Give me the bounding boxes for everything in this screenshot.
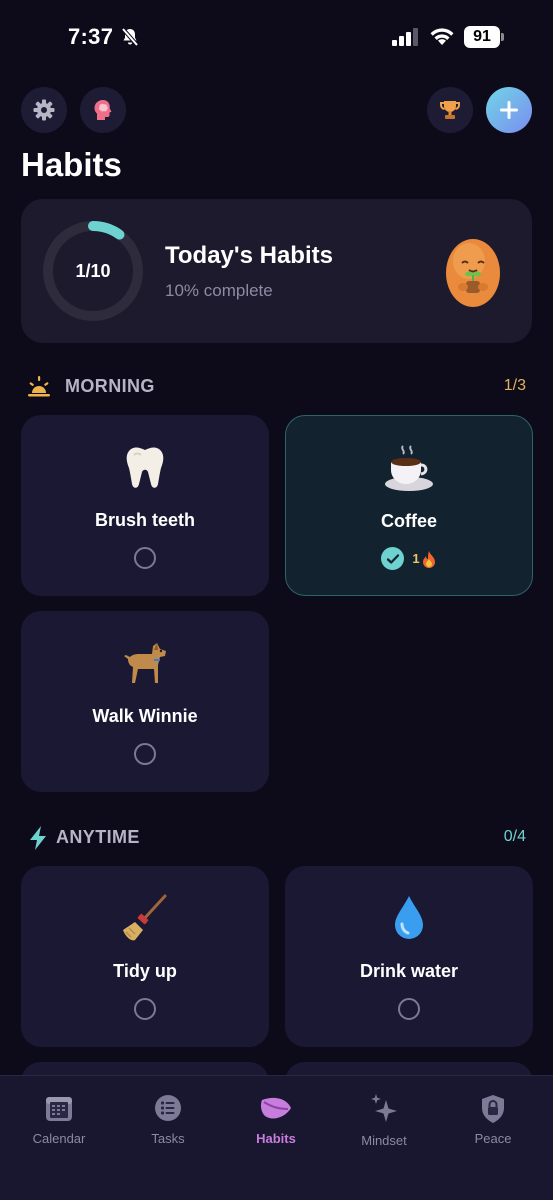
habit-name: Drink water <box>359 961 459 981</box>
leaf-icon <box>260 1097 291 1119</box>
tab-label: Mindset <box>361 1133 407 1148</box>
section-label: MORNING <box>65 376 155 396</box>
trophy-button[interactable] <box>427 87 473 133</box>
section-header-anytime: ANYTIME 0/4 <box>26 825 526 851</box>
coffee-icon <box>385 445 433 491</box>
tab-label: Habits <box>256 1131 296 1146</box>
gear-icon <box>33 99 55 121</box>
habit-card-drink-water[interactable]: Drink water <box>285 866 533 1047</box>
dog-icon <box>124 643 166 683</box>
sparkles-icon <box>371 1094 397 1122</box>
tab-bar: Calendar Tasks Habits Mindset Peace <box>0 1075 553 1200</box>
calendar-icon <box>46 1097 72 1121</box>
page-title: Habits <box>21 146 122 183</box>
battery-indicator: 91 <box>464 26 504 48</box>
tab-tasks[interactable]: Tasks <box>123 1094 213 1154</box>
streak-count: 1 <box>412 551 420 566</box>
today-subtitle: 10% complete <box>165 281 273 300</box>
tab-peace[interactable]: Peace <box>448 1094 538 1154</box>
wifi-icon <box>430 28 454 45</box>
battery-level: 91 <box>464 26 500 48</box>
lightning-icon <box>30 826 46 850</box>
habit-name: Walk Winnie <box>92 706 198 726</box>
checkmark-icon <box>386 553 400 564</box>
plus-icon <box>500 101 518 119</box>
habit-checkbox[interactable] <box>134 547 156 569</box>
section-label: ANYTIME <box>56 827 140 847</box>
streak-badge: 1 <box>412 550 436 568</box>
habit-checkbox-checked[interactable] <box>381 547 405 570</box>
add-habit-button[interactable] <box>486 87 532 133</box>
broom-icon <box>123 894 167 941</box>
lock-icon <box>482 1095 504 1123</box>
tab-mindset[interactable]: Mindset <box>339 1094 429 1154</box>
section-header-morning: MORNING 1/3 <box>26 374 526 400</box>
today-summary-card[interactable]: 1/10 Today's Habits 10% complete <box>21 199 532 343</box>
habit-name: Tidy up <box>113 961 177 981</box>
progress-label: 1/10 <box>75 260 111 281</box>
tab-label: Calendar <box>32 1131 86 1146</box>
today-title: Today's Habits <box>165 242 333 269</box>
mascot-icon <box>446 239 500 307</box>
tab-label: Tasks <box>151 1131 185 1146</box>
status-bar: 7:37 91 <box>0 0 553 80</box>
signal-icon <box>392 28 418 46</box>
tab-calendar[interactable]: Calendar <box>14 1094 104 1154</box>
habit-checkbox[interactable] <box>134 743 156 765</box>
mind-button[interactable] <box>80 87 126 133</box>
habit-card-walk-winnie[interactable]: Walk Winnie <box>21 611 269 792</box>
settings-button[interactable] <box>21 87 67 133</box>
section-count: 0/4 <box>503 828 526 845</box>
habit-checkbox[interactable] <box>398 998 420 1020</box>
droplet-icon <box>395 896 423 939</box>
head-brain-icon <box>94 100 112 120</box>
status-time: 7:37 <box>68 24 114 49</box>
tab-label: Peace <box>474 1131 512 1146</box>
habit-name: Brush teeth <box>94 510 195 530</box>
habit-card-coffee[interactable]: Coffee 1 <box>285 415 533 596</box>
tab-habits[interactable]: Habits <box>231 1094 321 1154</box>
habit-card-brush-teeth[interactable]: Brush teeth <box>21 415 269 596</box>
sunrise-icon <box>28 376 50 397</box>
bell-muted-icon <box>121 27 139 47</box>
tooth-icon <box>126 447 164 488</box>
habit-checkbox[interactable] <box>134 998 156 1020</box>
list-icon <box>155 1095 181 1121</box>
trophy-icon <box>439 101 461 119</box>
habit-card-tidy-up[interactable]: Tidy up <box>21 866 269 1047</box>
habit-name: Coffee <box>380 511 437 531</box>
section-count: 1/3 <box>503 377 526 394</box>
fire-icon <box>422 550 435 568</box>
